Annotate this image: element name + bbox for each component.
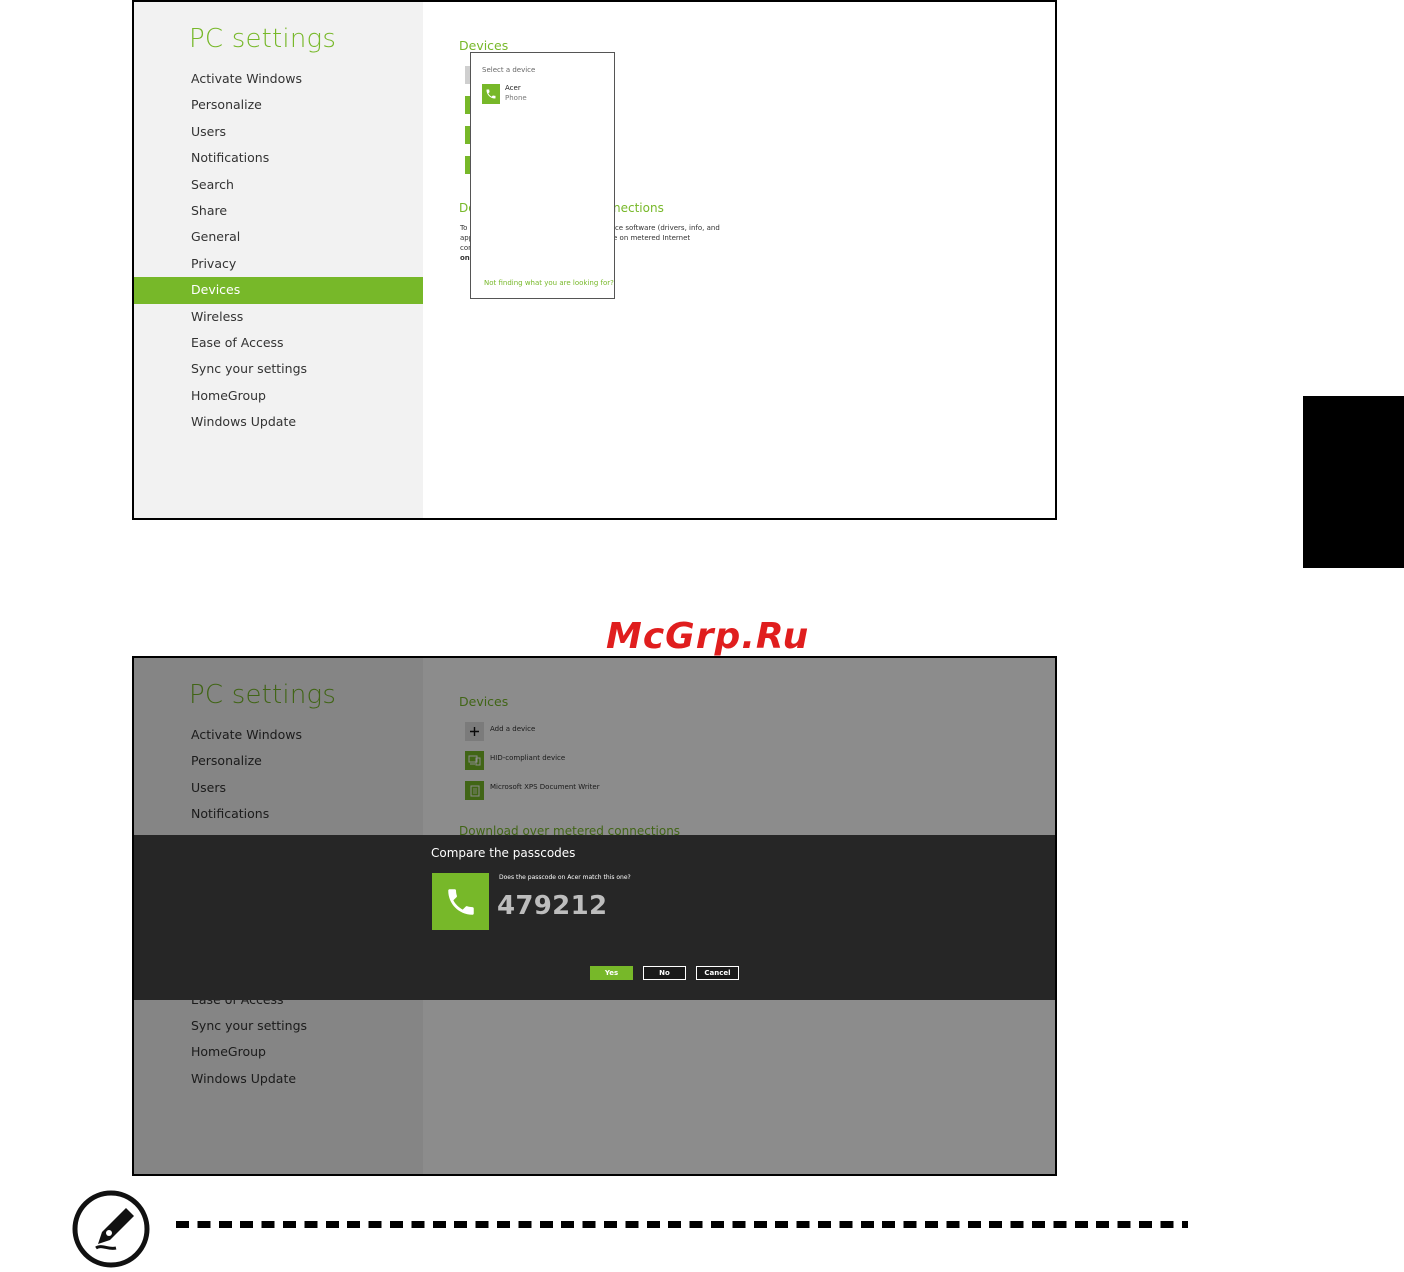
partial-text: e on metered Internet <box>613 234 691 242</box>
nav-item-activate-windows[interactable]: Activate Windows <box>134 66 423 92</box>
device-name[interactable]: Acer <box>505 84 521 92</box>
phone-icon[interactable] <box>482 84 500 104</box>
nav-item-share[interactable]: Share <box>134 198 423 224</box>
settings-sidebar: PC settings Activate Windows Personalize… <box>134 2 423 518</box>
screenshot-pc-settings-select-device: PC settings Activate Windows Personalize… <box>132 0 1057 520</box>
passcode-question: Does the passcode on Acer match this one… <box>499 874 631 881</box>
dialog-title: Compare the passcodes <box>431 846 576 860</box>
nav-item-users[interactable]: Users <box>134 119 423 145</box>
nav-item-notifications[interactable]: Notifications <box>134 145 423 171</box>
passcode-value: 479212 <box>497 891 608 921</box>
nav-item-wireless[interactable]: Wireless <box>134 304 423 330</box>
pc-settings-title: PC settings <box>189 24 337 54</box>
nav-item-search[interactable]: Search <box>134 172 423 198</box>
devices-section-title: Devices <box>459 38 509 53</box>
screenshot-compare-passcodes: PC settings Activate Windows Personalize… <box>132 656 1057 1176</box>
partial-text: ice software (drivers, info, and <box>613 224 720 232</box>
settings-nav: Activate Windows Personalize Users Notif… <box>134 66 423 435</box>
nav-item-privacy[interactable]: Privacy <box>134 251 423 277</box>
page-side-tab <box>1303 396 1404 568</box>
watermark: McGrp.Ru <box>606 616 810 657</box>
dotted-separator <box>176 1221 1188 1228</box>
device-type: Phone <box>505 94 527 102</box>
note-pen-icon <box>72 1190 150 1268</box>
nav-item-windows-update[interactable]: Windows Update <box>134 409 423 435</box>
nav-item-ease-of-access[interactable]: Ease of Access <box>134 330 423 356</box>
no-button[interactable]: No <box>643 966 686 980</box>
phone-icon <box>432 873 489 930</box>
popup-header: Select a device <box>482 66 536 74</box>
nav-item-devices[interactable]: Devices <box>134 277 423 304</box>
yes-button[interactable]: Yes <box>590 966 633 980</box>
download-heading-right: nections <box>613 201 664 215</box>
compare-passcodes-dialog: Compare the passcodes Does the passcode … <box>134 835 1055 1000</box>
nav-item-homegroup[interactable]: HomeGroup <box>134 383 423 409</box>
nav-item-general[interactable]: General <box>134 224 423 250</box>
partial-toggle-text: on <box>460 254 470 262</box>
nav-item-personalize[interactable]: Personalize <box>134 92 423 118</box>
nav-item-sync-your-settings[interactable]: Sync your settings <box>134 356 423 382</box>
select-device-popup: Select a device Acer Phone Not finding w… <box>470 52 615 299</box>
not-finding-link[interactable]: Not finding what you are looking for? <box>484 279 614 287</box>
devices-pane: Devices Do nections To app con on ice so… <box>423 2 1055 518</box>
cancel-button[interactable]: Cancel <box>696 966 739 980</box>
partial-text: To <box>460 224 468 232</box>
